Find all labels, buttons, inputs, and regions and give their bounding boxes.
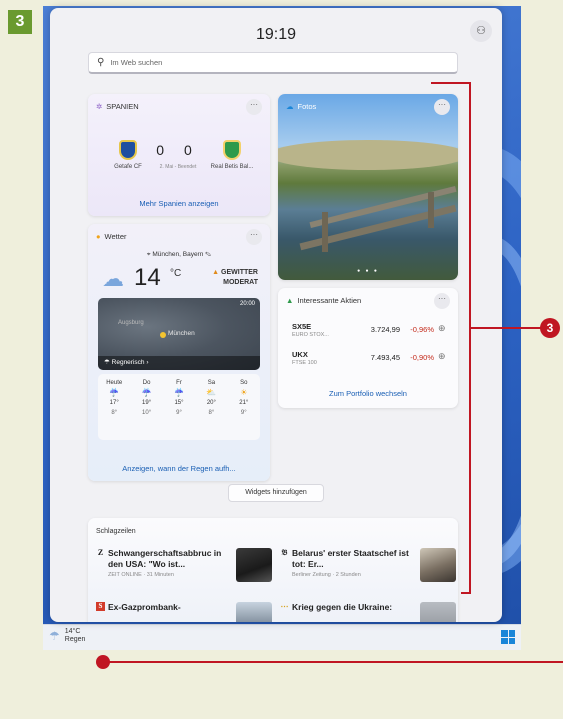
berliner-zeitung-logo-icon: 𝔅 [281, 548, 288, 557]
rain-cloud-icon: ☁ [102, 266, 124, 291]
taskbar-weather-text: Regen [64, 636, 86, 643]
search-placeholder: Im Web suchen [110, 58, 163, 67]
weather-alert[interactable]: ▲ GEWITTER MODERAT [212, 268, 258, 288]
weather-radar-map[interactable]: 20:00 Augsburg München ☂ Regnerisch › [98, 298, 260, 370]
getafe-crest-icon [119, 140, 137, 160]
forecast-day[interactable]: Sa ⛅ 20° 8° [195, 378, 227, 440]
location-pin-icon [160, 332, 166, 338]
stocks-title: Interessante Aktien [297, 296, 362, 305]
search-icon: ⚲ [97, 57, 105, 68]
map-city-augsburg: Augsburg [118, 320, 144, 326]
callout-number: 3 [540, 318, 560, 338]
forecast-day[interactable]: Heute ☔ 17° 8° [98, 378, 130, 440]
forecast-day[interactable]: So ☀ 21° 9° [228, 378, 260, 440]
sports-widget[interactable]: ✲ SPANIEN ··· Getafe CF 0 0 2. Mai - Bee… [88, 94, 270, 216]
callout-bracket-bottom [461, 592, 471, 594]
current-temperature: 14 [134, 264, 161, 291]
stock-chart-icon: ▲ [286, 296, 294, 305]
carousel-indicator: ● ● ● [357, 268, 379, 274]
rain-icon: ☔ [141, 388, 152, 397]
web-search-input[interactable]: ⚲ Im Web suchen [88, 52, 458, 74]
partly-sunny-icon: ⛅ [206, 388, 217, 397]
sports-title: SPANIEN [106, 102, 139, 111]
widgets-panel: 19:19 ⚇ ⚲ Im Web suchen ✲ SPANIEN ··· Ge… [50, 8, 502, 622]
start-button[interactable] [501, 630, 515, 644]
stocks-more-options-button[interactable]: ··· [434, 293, 450, 309]
article-thumbnail [420, 602, 456, 622]
taskbar-weather-temp: 14°C [64, 628, 81, 635]
article-thumbnail [420, 548, 456, 582]
figure-badge: 3 [8, 10, 32, 34]
away-team-name: Real Betis Bal... [210, 164, 254, 170]
forecast-strip: Heute ☔ 17° 8° Do ☔ 19° 10° Fr ☔ 15° 9° … [98, 374, 260, 440]
photos-more-options-button[interactable]: ··· [434, 99, 450, 115]
away-team[interactable]: Real Betis Bal... [204, 140, 260, 170]
edit-icon: ✎ [205, 251, 212, 258]
temperature-unit: °C [170, 268, 182, 279]
map-time: 20:00 [239, 301, 255, 307]
taskbar-weather-button[interactable]: ☂ 14°C Regen [49, 628, 85, 644]
article-thumbnail [236, 602, 272, 622]
umbrella-icon: ☂ [104, 359, 110, 366]
stocks-widget[interactable]: ▲ Interessante Aktien ··· SX5E EURO STOX… [278, 288, 458, 408]
stock-row[interactable]: SX5E EURO STOX... 3.724,99 -0,96% ⊕ [292, 322, 448, 344]
photos-title: Fotos [297, 102, 317, 111]
portfolio-link[interactable]: Zum Portfolio wechseln [278, 389, 458, 398]
add-to-watchlist-icon[interactable]: ⊕ [438, 323, 446, 334]
weather-widget[interactable]: ● Wetter ··· ⌖ München, Bayern ✎ ☁ 14 °C… [88, 224, 270, 481]
cloud-icon: ☁ [286, 102, 294, 111]
callout-pointer-line [108, 661, 563, 663]
person-icon: ⚇ [476, 25, 486, 37]
sun-icon: ☀ [240, 388, 248, 397]
spiegel-logo-icon: S [96, 602, 105, 611]
callout-line [471, 327, 543, 329]
condition-bar[interactable]: ☂ Regnerisch › [98, 356, 260, 370]
home-team-name: Getafe CF [114, 164, 142, 170]
taskbar: ☂ 14°C Regen [43, 624, 521, 650]
match-score: 0 0 [156, 142, 200, 158]
rain-icon: ☂ [49, 629, 60, 643]
location-icon: ⌖ [146, 251, 151, 258]
soccer-icon: ✲ [96, 102, 103, 111]
betis-crest-icon [223, 140, 241, 160]
warning-icon: ▲ [212, 269, 220, 276]
forecast-day[interactable]: Fr ☔ 15° 9° [163, 378, 195, 440]
source-logo-icon: ⋯ [280, 602, 289, 611]
zeit-logo-icon: Z [97, 548, 104, 557]
stock-row[interactable]: UKX FTSE 100 7.493,45 -0,90% ⊕ [292, 350, 448, 372]
sports-more-options-button[interactable]: ··· [246, 99, 262, 115]
forecast-day[interactable]: Do ☔ 19° 10° [130, 378, 162, 440]
weather-location[interactable]: ⌖ München, Bayern ✎ [88, 251, 270, 259]
photos-widget[interactable]: ☁ Fotos ··· ● ● ● [278, 94, 458, 280]
windows-logo-icon [501, 630, 508, 637]
add-to-watchlist-icon[interactable]: ⊕ [438, 351, 446, 362]
news-widget: Schlagzeilen Z Schwangerschaftsabbruc in… [88, 518, 458, 622]
article-thumbnail [236, 548, 272, 582]
news-title: Schlagzeilen [96, 528, 136, 535]
photo-image [278, 94, 458, 280]
callout-bracket-top [431, 82, 471, 84]
weather-more-options-button[interactable]: ··· [246, 229, 262, 245]
rain-forecast-link[interactable]: Anzeigen, wann der Regen aufh... [88, 464, 270, 473]
add-widgets-button[interactable]: Widgets hinzufügen [228, 484, 324, 502]
clock: 19:19 [255, 26, 297, 43]
rain-icon: ☔ [109, 388, 120, 397]
sun-icon: ● [96, 232, 101, 241]
callout-bracket [469, 82, 471, 594]
weather-title: Wetter [104, 232, 127, 241]
more-spain-link[interactable]: Mehr Spanien anzeigen [88, 199, 270, 208]
map-city-munich: München [168, 330, 195, 337]
profile-button[interactable]: ⚇ [470, 20, 492, 42]
rain-icon: ☔ [174, 388, 184, 397]
